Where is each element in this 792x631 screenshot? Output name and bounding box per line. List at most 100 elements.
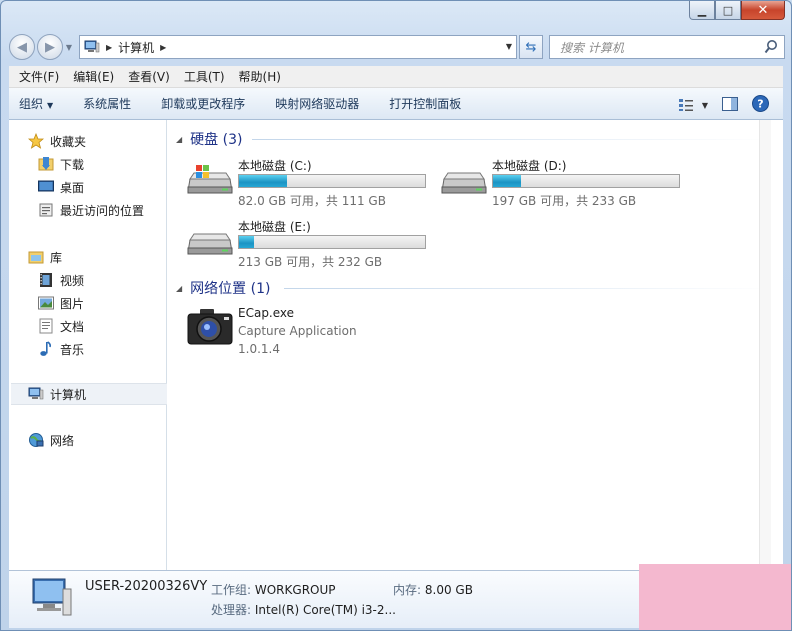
workgroup-info: 工作组: WORKGROUP: [211, 581, 336, 598]
drive-c-usage-fill: [239, 175, 288, 187]
organize-label: 组织: [19, 97, 44, 111]
breadcrumb-separator-icon[interactable]: ▶: [106, 43, 112, 52]
close-icon: ✕: [757, 2, 769, 18]
network-item-description: Capture Application: [238, 324, 357, 338]
drive-d[interactable]: 本地磁盘 (D:) 197 GB 可用，共 233 GB: [440, 157, 690, 209]
computer-icon: [27, 386, 45, 402]
close-button[interactable]: ✕: [741, 1, 785, 20]
breadcrumb-computer[interactable]: 计算机: [118, 39, 154, 56]
view-controls: ▼ ?: [664, 95, 769, 115]
workgroup-value: WORKGROUP: [254, 583, 336, 597]
collapse-triangle-icon[interactable]: ◢: [176, 284, 182, 293]
pink-overlay-block: [639, 564, 791, 630]
network-group-label: 网络位置 (1): [190, 281, 271, 297]
sidebar-item-label: 音乐: [60, 342, 85, 357]
sidebar-item-label: 库: [50, 250, 63, 265]
group-divider: [252, 139, 772, 140]
minimize-icon: ▁: [697, 3, 707, 17]
menu-file[interactable]: 文件(F): [15, 68, 63, 85]
menu-help[interactable]: 帮助(H): [235, 68, 285, 85]
group-divider: [284, 288, 772, 289]
video-icon: [37, 272, 55, 288]
address-bar[interactable]: ▶ 计算机 ▶ ▼: [79, 35, 517, 59]
drive-c-name: 本地磁盘 (C:): [238, 159, 312, 173]
menu-view[interactable]: 查看(V): [124, 68, 174, 85]
preview-pane-button[interactable]: [722, 96, 738, 114]
back-arrow-icon: ◀: [17, 39, 27, 55]
menu-tools[interactable]: 工具(T): [180, 68, 229, 85]
open-control-panel-button[interactable]: 打开控制面板: [389, 95, 461, 112]
menu-edit[interactable]: 编辑(E): [69, 68, 118, 85]
organize-button[interactable]: 组织 ▼: [19, 95, 53, 112]
change-view-button[interactable]: ▼: [678, 98, 708, 112]
help-button[interactable]: ?: [752, 95, 769, 115]
view-icon: [678, 99, 693, 111]
drive-d-usage-fill: [493, 175, 521, 187]
processor-label: 处理器:: [211, 603, 252, 617]
computer-icon: [84, 40, 100, 53]
drive-d-free-space: 197 GB 可用，共 233 GB: [492, 194, 637, 208]
preview-pane-icon: [722, 96, 738, 111]
drive-d-name: 本地磁盘 (D:): [492, 159, 567, 173]
breadcrumb-separator-icon[interactable]: ▶: [160, 43, 166, 52]
workgroup-label: 工作组:: [211, 583, 252, 597]
sidebar-item-label: 计算机: [50, 387, 87, 402]
recent-pages-dropdown[interactable]: ▼: [63, 43, 75, 52]
back-button[interactable]: ◀: [9, 34, 35, 60]
maximize-button[interactable]: □: [715, 1, 741, 20]
drive-e-usage-bar: [238, 235, 426, 249]
drive-e[interactable]: 本地磁盘 (E:) 213 GB 可用，共 232 GB: [186, 218, 436, 270]
computer-icon: [32, 578, 72, 616]
network-location-ecap[interactable]: ECap.exe Capture Application 1.0.1.4: [186, 306, 446, 360]
network-item-name: ECap.exe: [238, 306, 295, 320]
minimize-button[interactable]: ▁: [689, 1, 715, 20]
view-dropdown-icon: ▼: [701, 100, 708, 110]
network-group-header[interactable]: ◢ 网络位置 (1): [176, 278, 270, 298]
hard-drive-icon: [187, 233, 233, 255]
pictures-icon: [37, 295, 55, 311]
sidebar-item-label: 下载: [60, 157, 85, 172]
forward-arrow-icon: ▶: [45, 39, 55, 55]
navigation-pane: 收藏夹 下载 桌面 最近访问的位置 库 视频 图片 文档 音乐 计算机 网络: [9, 120, 167, 570]
star-icon: [27, 133, 45, 149]
forward-button[interactable]: ▶: [37, 34, 63, 60]
caption-buttons: ▁ □ ✕: [689, 1, 785, 21]
file-list-pane: ◢ 硬盘 (3) 本地磁盘 (C:) 82.0 GB 可用，共 111 GB 本…: [168, 120, 772, 570]
sidebar-item-label: 收藏夹: [50, 134, 87, 149]
sidebar-item-label: 最近访问的位置: [60, 203, 145, 218]
drive-e-name: 本地磁盘 (E:): [238, 220, 311, 234]
drive-e-usage-fill: [239, 236, 254, 248]
drive-c-usage-bar: [238, 174, 426, 188]
sidebar-item-computer[interactable]: 计算机: [11, 383, 167, 405]
uninstall-program-button[interactable]: 卸载或更改程序: [161, 95, 245, 112]
refresh-button[interactable]: ⇆: [519, 35, 543, 59]
system-drive-icon: [187, 165, 233, 194]
hard-drive-icon: [441, 172, 487, 194]
recent-places-icon: [37, 202, 55, 218]
sidebar-item-libraries[interactable]: 库: [27, 246, 183, 268]
search-box[interactable]: 搜索 计算机: [549, 35, 785, 59]
drives-group-header[interactable]: ◢ 硬盘 (3): [176, 129, 242, 149]
organize-dropdown-icon: ▼: [47, 101, 54, 110]
system-properties-button[interactable]: 系统属性: [83, 95, 131, 112]
drive-d-usage-bar: [492, 174, 680, 188]
sidebar-item-label: 文档: [60, 319, 85, 334]
memory-info: 内存: 8.00 GB: [393, 581, 473, 598]
drive-c-free-space: 82.0 GB 可用，共 111 GB: [238, 194, 386, 208]
camera-icon: [187, 309, 233, 345]
search-icon[interactable]: [764, 39, 778, 55]
sidebar-item-label: 桌面: [60, 180, 85, 195]
map-network-drive-button[interactable]: 映射网络驱动器: [275, 95, 359, 112]
sidebar-item-network[interactable]: 网络: [27, 429, 183, 451]
address-dropdown-icon[interactable]: ▼: [506, 42, 512, 51]
sidebar-item-favorites[interactable]: 收藏夹: [27, 130, 183, 152]
collapse-triangle-icon[interactable]: ◢: [176, 135, 182, 144]
downloads-folder-icon: [37, 156, 55, 172]
sidebar-item-label: 视频: [60, 273, 85, 288]
sidebar-item-label: 网络: [50, 433, 75, 448]
vertical-scrollbar[interactable]: [759, 120, 771, 570]
menu-bar: 文件(F) 编辑(E) 查看(V) 工具(T) 帮助(H): [9, 66, 783, 88]
network-icon: [27, 432, 45, 448]
memory-value: 8.00 GB: [424, 583, 473, 597]
drive-c[interactable]: 本地磁盘 (C:) 82.0 GB 可用，共 111 GB: [186, 157, 436, 209]
